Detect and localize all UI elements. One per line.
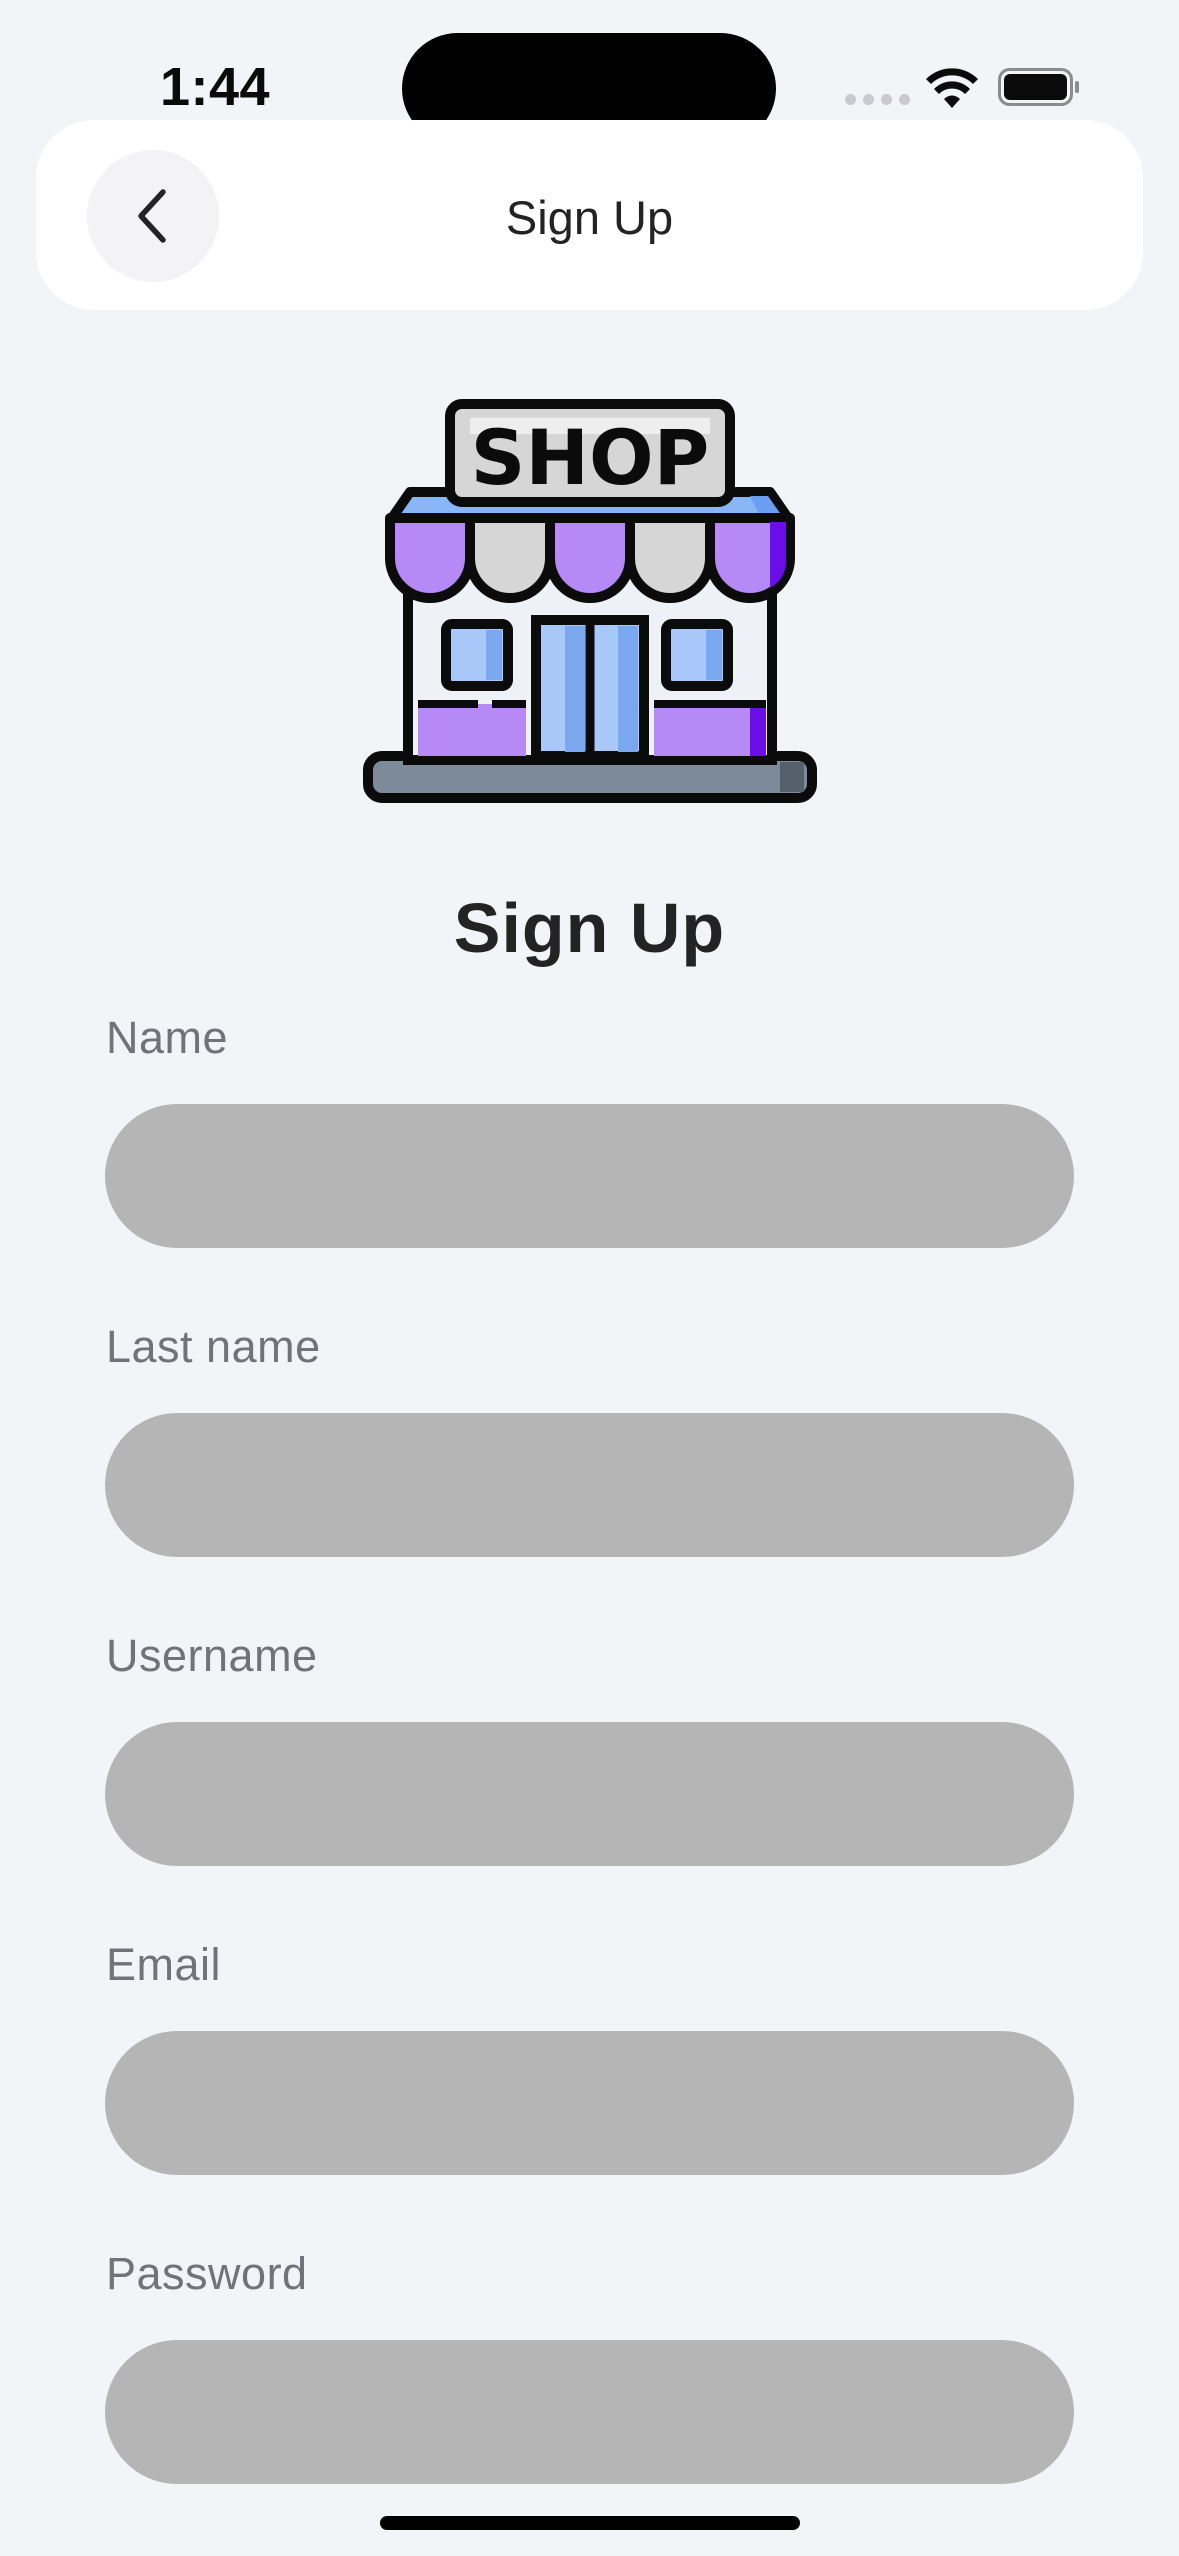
name-field[interactable] <box>105 1104 1074 1248</box>
battery-icon <box>998 68 1079 106</box>
status-time: 1:44 <box>160 57 271 117</box>
last-name-label: Last name <box>106 1321 321 1372</box>
last-name-field[interactable] <box>105 1413 1074 1557</box>
shop-logo: SHOP <box>363 399 817 803</box>
shop-sign-text: SHOP <box>471 413 710 502</box>
username-label: Username <box>106 1630 318 1681</box>
home-indicator <box>380 2516 800 2530</box>
email-field[interactable] <box>105 2031 1074 2175</box>
page-title: Sign Up <box>453 889 726 967</box>
email-label: Email <box>106 1939 222 1990</box>
name-label: Name <box>106 1012 229 1063</box>
password-field[interactable] <box>105 2340 1074 2484</box>
nav-header: Sign Up <box>36 120 1143 310</box>
username-field[interactable] <box>105 1722 1074 1866</box>
wifi-icon <box>926 68 978 108</box>
password-label: Password <box>106 2248 308 2299</box>
cellular-signal-icon <box>845 94 910 105</box>
nav-title: Sign Up <box>505 191 674 244</box>
